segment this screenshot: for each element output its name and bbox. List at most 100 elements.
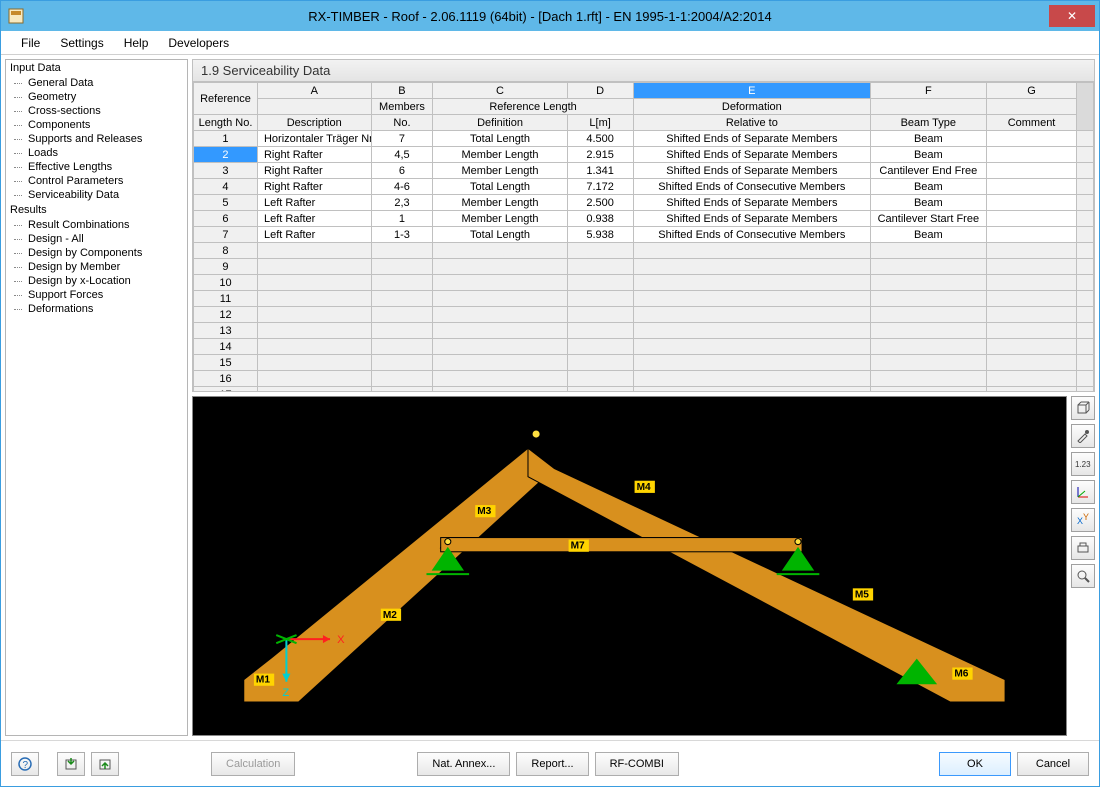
svg-text:?: ? xyxy=(23,760,29,771)
table-row[interactable]: 8 xyxy=(194,243,1094,259)
vp-axes-icon[interactable] xyxy=(1071,480,1095,504)
table-row[interactable]: 9 xyxy=(194,259,1094,275)
table-row[interactable]: 12 xyxy=(194,307,1094,323)
tree-item-supports-and-releases[interactable]: Supports and Releases xyxy=(6,132,187,146)
help-icon[interactable]: ? xyxy=(11,752,39,776)
hdr-rel: Relative to xyxy=(633,115,870,131)
bottom-toolbar: ? Calculation Nat. Annex... Report... RF… xyxy=(1,740,1099,786)
vp-zoom-icon[interactable] xyxy=(1071,564,1095,588)
vp-print-icon[interactable] xyxy=(1071,536,1095,560)
viewport-toolbar: 1.23 XY xyxy=(1067,396,1095,736)
rf-combi-button[interactable]: RF-COMBI xyxy=(595,752,679,776)
svg-text:M5: M5 xyxy=(855,589,869,600)
tree-item-design-by-member[interactable]: Design by Member xyxy=(6,260,187,274)
data-grid[interactable]: Reference A B C D E F G Memb xyxy=(192,82,1095,392)
export-icon[interactable] xyxy=(91,752,119,776)
hdr-deform: Deformation xyxy=(633,99,870,115)
hdr-desc-top xyxy=(257,99,371,115)
hdr-no: No. xyxy=(371,115,433,131)
svg-text:M7: M7 xyxy=(571,541,585,552)
close-button[interactable] xyxy=(1049,5,1095,27)
tree-item-cross-sections[interactable]: Cross-sections xyxy=(6,104,187,118)
tree-group-results: Results xyxy=(6,202,187,218)
import-icon[interactable] xyxy=(57,752,85,776)
axis-z-label: Z xyxy=(282,687,289,699)
navigation-tree[interactable]: Input Data General DataGeometryCross-sec… xyxy=(5,59,188,736)
svg-text:M3: M3 xyxy=(477,506,491,517)
menu-file[interactable]: File xyxy=(11,33,50,53)
tree-item-design-by-x-location[interactable]: Design by x-Location xyxy=(6,274,187,288)
tree-item-design-by-components[interactable]: Design by Components xyxy=(6,246,187,260)
tree-item-geometry[interactable]: Geometry xyxy=(6,90,187,104)
hdr-ref2: Length No. xyxy=(194,115,258,131)
hdr-def: Definition xyxy=(433,115,567,131)
hdr-beam: Beam Type xyxy=(871,115,987,131)
table-row[interactable]: 5Left Rafter2,3Member Length2.500Shifted… xyxy=(194,195,1094,211)
tree-item-design-all[interactable]: Design - All xyxy=(6,232,187,246)
vp-dropper-icon[interactable] xyxy=(1071,424,1095,448)
svg-text:M2: M2 xyxy=(383,610,397,621)
hdr-comment: Comment xyxy=(986,115,1077,131)
nat-annex-button[interactable]: Nat. Annex... xyxy=(417,752,510,776)
axis-x-label: X xyxy=(337,634,345,646)
col-B[interactable]: B xyxy=(371,83,433,99)
vp-cube-icon[interactable] xyxy=(1071,396,1095,420)
tree-item-serviceability-data[interactable]: Serviceability Data xyxy=(6,188,187,202)
tree-item-support-forces[interactable]: Support Forces xyxy=(6,288,187,302)
table-row[interactable]: 17 xyxy=(194,387,1094,393)
svg-text:Y: Y xyxy=(1083,513,1089,522)
table-row[interactable]: 6Left Rafter1Member Length0.938Shifted E… xyxy=(194,211,1094,227)
section-title: 1.9 Serviceability Data xyxy=(192,59,1095,82)
app-icon xyxy=(1,8,31,24)
tree-item-components[interactable]: Components xyxy=(6,118,187,132)
model-viewport[interactable]: X Z M1 M2 M3 M4 M5 M6 xyxy=(192,396,1067,736)
table-row[interactable]: 4Right Rafter4-6Total Length7.172Shifted… xyxy=(194,179,1094,195)
tree-item-effective-lengths[interactable]: Effective Lengths xyxy=(6,160,187,174)
titlebar: RX-TIMBER - Roof - 2.06.1119 (64bit) - [… xyxy=(1,1,1099,31)
hdr-comment-top xyxy=(986,99,1077,115)
tree-item-result-combinations[interactable]: Result Combinations xyxy=(6,218,187,232)
table-row[interactable]: 16 xyxy=(194,371,1094,387)
tree-item-general-data[interactable]: General Data xyxy=(6,76,187,90)
tree-item-control-parameters[interactable]: Control Parameters xyxy=(6,174,187,188)
svg-text:M4: M4 xyxy=(637,482,651,493)
menu-settings[interactable]: Settings xyxy=(50,33,113,53)
hdr-members: Members xyxy=(371,99,433,115)
hdr-reflen: Reference Length xyxy=(433,99,633,115)
tree-item-deformations[interactable]: Deformations xyxy=(6,302,187,316)
col-C[interactable]: C xyxy=(433,83,567,99)
tree-group-input: Input Data xyxy=(6,60,187,76)
report-button[interactable]: Report... xyxy=(516,752,588,776)
calculation-button[interactable]: Calculation xyxy=(211,752,295,776)
table-row[interactable]: 15 xyxy=(194,355,1094,371)
window-title: RX-TIMBER - Roof - 2.06.1119 (64bit) - [… xyxy=(31,9,1049,24)
col-A[interactable]: A xyxy=(257,83,371,99)
col-D[interactable]: D xyxy=(567,83,633,99)
col-E[interactable]: E xyxy=(633,83,870,99)
hdr-beam-top xyxy=(871,99,987,115)
table-row[interactable]: 13 xyxy=(194,323,1094,339)
table-row[interactable]: 14 xyxy=(194,339,1094,355)
svg-text:M6: M6 xyxy=(954,669,968,680)
vp-123-icon[interactable]: 1.23 xyxy=(1071,452,1095,476)
col-G[interactable]: G xyxy=(986,83,1077,99)
vp-xy-icon[interactable]: XY xyxy=(1071,508,1095,532)
svg-text:M1: M1 xyxy=(256,675,270,686)
table-row[interactable]: 11 xyxy=(194,291,1094,307)
tree-item-loads[interactable]: Loads xyxy=(6,146,187,160)
svg-text:1.23: 1.23 xyxy=(1075,460,1091,469)
menu-developers[interactable]: Developers xyxy=(158,33,239,53)
grid-scrollbar[interactable] xyxy=(1077,83,1094,131)
hdr-desc: Description xyxy=(257,115,371,131)
cancel-button[interactable]: Cancel xyxy=(1017,752,1089,776)
table-row[interactable]: 1Horizontaler Träger Nr.7Total Length4.5… xyxy=(194,131,1094,147)
table-row[interactable]: 7Left Rafter1-3Total Length5.938Shifted … xyxy=(194,227,1094,243)
menu-help[interactable]: Help xyxy=(114,33,159,53)
ok-button[interactable]: OK xyxy=(939,752,1011,776)
table-row[interactable]: 10 xyxy=(194,275,1094,291)
col-ref-1[interactable]: Reference xyxy=(194,83,258,115)
col-F[interactable]: F xyxy=(871,83,987,99)
hdr-lm: L[m] xyxy=(567,115,633,131)
table-row[interactable]: 3Right Rafter6Member Length1.341Shifted … xyxy=(194,163,1094,179)
table-row[interactable]: 2Right Rafter4,5Member Length2.915Shifte… xyxy=(194,147,1094,163)
